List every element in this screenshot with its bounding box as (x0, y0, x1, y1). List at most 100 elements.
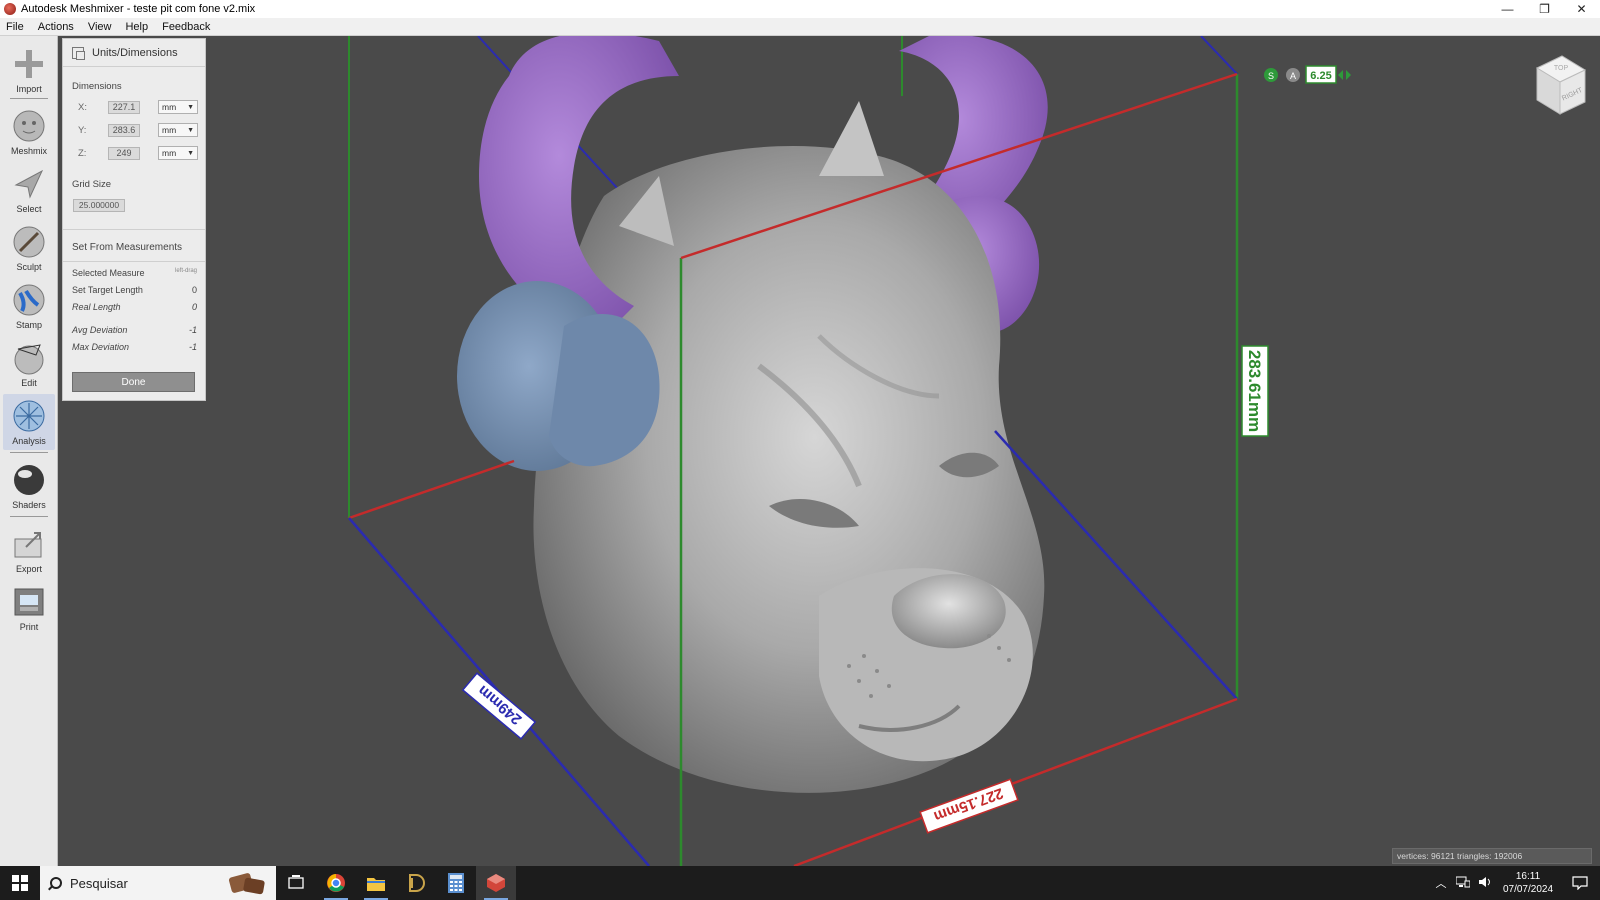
z-dimension-field[interactable]: 249 (108, 146, 140, 160)
set-target-length-row[interactable]: Set Target Length 0 (72, 285, 197, 295)
edit-icon (11, 340, 47, 376)
minimize-button[interactable]: — (1489, 0, 1526, 18)
menu-bar: File Actions View Help Feedback (0, 18, 1600, 36)
dimensions-label: Dimensions (72, 81, 122, 92)
grid-step-increase-icon[interactable] (1346, 70, 1351, 80)
search-placeholder: Pesquisar (70, 875, 128, 891)
volume-icon[interactable] (1474, 876, 1496, 891)
tool-select[interactable]: Select (3, 162, 55, 218)
view-cube[interactable]: TOP RIGHT (1527, 48, 1587, 118)
tool-import[interactable]: Import (3, 42, 55, 98)
dim-row-z: Z: 249 mm ▼ (78, 146, 198, 160)
taskbar-search[interactable]: Pesquisar (40, 866, 276, 900)
dim-row-y: Y: 283.6 mm ▼ (78, 123, 198, 137)
start-button[interactable] (0, 866, 40, 900)
menu-help[interactable]: Help (118, 18, 155, 36)
left-toolbar: Import Meshmix Select Sculpt Stamp Edit (0, 36, 58, 866)
folder-icon (367, 878, 385, 891)
real-length-row: Real Length 0 (72, 302, 197, 312)
tool-sculpt[interactable]: Sculpt (3, 220, 55, 276)
windows-taskbar: Pesquisar ︿ 16:11 07/07/2024 (0, 866, 1600, 900)
x-unit-select[interactable]: mm ▼ (158, 100, 198, 114)
scene-canvas[interactable]: 283.61mm 249mm 227.15mm S A 6.25 (59, 36, 1600, 866)
title-bar: Autodesk Meshmixer - teste pit com fone … (0, 0, 1600, 18)
panel-header: Units/Dimensions (63, 39, 205, 67)
dog-ear-right (819, 101, 884, 176)
tool-analysis[interactable]: Analysis (3, 394, 55, 450)
window-title: Autodesk Meshmixer - teste pit com fone … (21, 3, 256, 15)
tag-x-dimension[interactable]: 227.15mm (919, 778, 1019, 834)
y-unit-select[interactable]: mm ▼ (158, 123, 198, 137)
analysis-icon (11, 398, 47, 434)
notifications-button[interactable] (1560, 876, 1600, 890)
menu-file[interactable]: File (0, 18, 31, 36)
taskbar-app-d[interactable] (396, 866, 436, 900)
chevron-down-icon: ▼ (187, 126, 194, 134)
taskbar-meshmixer[interactable] (476, 866, 516, 900)
meshmix-icon (11, 108, 47, 144)
z-unit-select[interactable]: mm ▼ (158, 146, 198, 160)
mesh-stats: vertices: 96121 triangles: 192006 (1392, 848, 1592, 864)
svg-text:283.61mm: 283.61mm (1245, 350, 1264, 432)
chevron-down-icon: ▼ (187, 149, 194, 157)
svg-text:S: S (1268, 71, 1274, 81)
tool-shaders[interactable]: Shaders (3, 458, 55, 514)
tag-z-dimension[interactable]: 249mm (461, 672, 537, 740)
panel-window-icon (72, 46, 85, 60)
notification-icon (1572, 876, 1588, 890)
calculator-icon (448, 873, 464, 893)
chrome-icon (327, 874, 345, 892)
x-dimension-field[interactable]: 227.1 (108, 100, 140, 114)
tool-stamp[interactable]: Stamp (3, 278, 55, 334)
taskbar-calculator[interactable] (436, 866, 476, 900)
tool-edit[interactable]: Edit (3, 336, 55, 392)
dim-row-x: X: 227.1 mm ▼ (78, 100, 198, 114)
windows-logo-icon (12, 875, 28, 891)
menu-actions[interactable]: Actions (31, 18, 81, 36)
gold-d-icon (409, 874, 425, 892)
taskbar-clock[interactable]: 16:11 07/07/2024 (1496, 870, 1560, 896)
stamp-icon (11, 282, 47, 318)
max-deviation-row: Max Deviation -1 (72, 342, 197, 352)
grid-size-label: Grid Size (72, 179, 112, 190)
svg-text:TOP: TOP (1554, 65, 1569, 72)
import-icon (11, 46, 47, 82)
tray-chevron-up-icon[interactable]: ︿ (1430, 875, 1452, 891)
set-from-measurements-label: Set From Measurements (72, 242, 183, 253)
clock-date: 07/07/2024 (1502, 884, 1554, 895)
export-icon (11, 526, 47, 562)
avg-deviation-row: Avg Deviation -1 (72, 325, 197, 335)
task-view-button[interactable] (276, 866, 316, 900)
grid-controls[interactable]: S A 6.25 (1264, 65, 1351, 84)
3d-viewport[interactable]: 283.61mm 249mm 227.15mm S A 6.25 TOP RIG… (59, 36, 1600, 866)
clock-time: 16:11 (1515, 871, 1541, 882)
grid-size-field[interactable]: 25.000000 (73, 199, 125, 212)
tag-y-dimension[interactable]: 283.61mm (1241, 345, 1269, 437)
panel-title: Units/Dimensions (92, 46, 178, 59)
grid-step-decrease-icon[interactable] (1338, 70, 1343, 80)
task-view-icon (288, 875, 304, 889)
taskbar-file-explorer[interactable] (356, 866, 396, 900)
menu-view[interactable]: View (81, 18, 119, 36)
close-button[interactable]: ✕ (1563, 0, 1600, 18)
restore-button[interactable]: ❐ (1526, 0, 1563, 18)
menu-feedback[interactable]: Feedback (155, 18, 217, 36)
tool-print[interactable]: Print (3, 580, 55, 636)
meshmixer-app-icon (4, 3, 16, 15)
select-icon (11, 166, 47, 202)
svg-text:A: A (1290, 71, 1296, 81)
network-icon[interactable] (1452, 876, 1474, 891)
system-tray: ︿ 16:11 07/07/2024 (1430, 866, 1600, 900)
chevron-down-icon: ▼ (187, 103, 194, 111)
tool-meshmix[interactable]: Meshmix (3, 104, 55, 160)
taskbar-chrome[interactable] (316, 866, 356, 900)
bbox-edge-top-right-diag (1200, 36, 1238, 75)
search-icon (50, 877, 62, 889)
y-dimension-field[interactable]: 283.6 (108, 123, 140, 137)
sculpt-icon (11, 224, 47, 260)
bbox-edge-mid-left (348, 459, 515, 520)
done-button[interactable]: Done (72, 372, 195, 392)
shaders-icon (11, 462, 47, 498)
selected-measure-row[interactable]: Selected Measure left-drag (72, 268, 197, 278)
tool-export[interactable]: Export (3, 522, 55, 578)
